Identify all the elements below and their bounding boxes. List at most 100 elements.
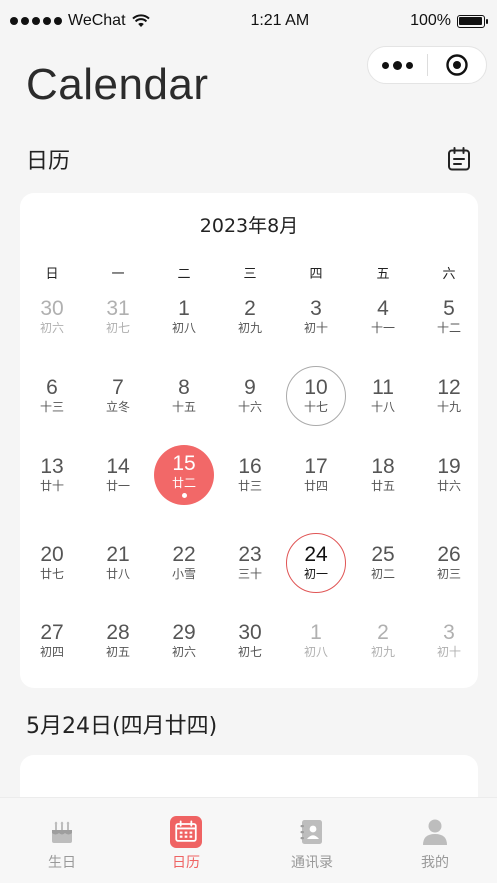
- day-cell[interactable]: 4 十一: [353, 287, 413, 347]
- cake-icon: [46, 816, 78, 848]
- day-cell[interactable]: 5 十二: [419, 287, 479, 347]
- signal-icon: [10, 17, 62, 25]
- day-number: 29: [172, 621, 196, 644]
- day-cell[interactable]: 18 廿五: [353, 445, 413, 505]
- day-cell[interactable]: 29 初六: [154, 611, 214, 671]
- tab-profile[interactable]: 我的: [373, 798, 497, 883]
- day-cell[interactable]: 3 初十: [419, 611, 479, 671]
- day-cell[interactable]: 13 廿十: [22, 445, 82, 505]
- lunar-date: 初八: [303, 645, 328, 659]
- selected-date-heading: 5月24日(四月廿四): [26, 714, 218, 739]
- tab-birthday[interactable]: 生日: [0, 798, 124, 883]
- day-cell[interactable]: 26 初三: [419, 533, 479, 593]
- day-cell-today[interactable]: 24 初一: [286, 533, 346, 593]
- day-cell[interactable]: 10 十七: [286, 366, 346, 426]
- lunar-date: 初九: [370, 645, 395, 659]
- day-cell[interactable]: 31 初七: [88, 287, 148, 347]
- person-icon: [419, 816, 451, 848]
- lunar-date: 十五: [171, 400, 196, 414]
- day-number: 2: [377, 621, 389, 644]
- lunar-date: 初四: [39, 645, 64, 659]
- event-dot: [181, 492, 187, 498]
- lunar-date: 十一: [370, 321, 395, 335]
- lunar-date: 十八: [370, 400, 395, 414]
- lunar-date: 廿五: [370, 479, 395, 493]
- day-cell[interactable]: 22 小雪: [154, 533, 214, 593]
- day-number: 24: [304, 543, 328, 566]
- tab-calendar[interactable]: 日历: [124, 798, 248, 883]
- day-cell[interactable]: 2 初九: [220, 287, 280, 347]
- day-number: 11: [372, 376, 394, 399]
- lunar-date: 廿四: [303, 479, 328, 493]
- lunar-date: 廿三: [237, 479, 262, 493]
- lunar-date: 廿十: [39, 479, 64, 493]
- day-number: 22: [172, 543, 196, 566]
- battery-percent: 100%: [410, 12, 451, 29]
- day-cell[interactable]: 25 初二: [353, 533, 413, 593]
- tab-bar: 生日 日历 通讯录 我的: [0, 797, 497, 883]
- page-title: Calendar: [26, 60, 209, 109]
- day-number: 31: [106, 297, 130, 320]
- status-bar: WeChat 1:21 AM 100%: [0, 0, 497, 42]
- wifi-icon: [131, 14, 150, 27]
- day-number: 3: [310, 297, 322, 320]
- day-cell[interactable]: 7 立冬: [88, 366, 148, 426]
- day-number: 26: [437, 543, 461, 566]
- calendar-picker-button[interactable]: [446, 146, 472, 172]
- day-cell[interactable]: 17 廿四: [286, 445, 346, 505]
- calendar-list-icon: [448, 147, 470, 171]
- lunar-date: 十六: [237, 400, 262, 414]
- day-cell[interactable]: 23 三十: [220, 533, 280, 593]
- calendar-card: 2023年8月 日一二三四五六 30 初六 31 初七 1 初八 2 初九 3 初十 4 十一 5 十二 6…: [20, 193, 478, 688]
- day-cell[interactable]: 11 十八: [353, 366, 413, 426]
- calendar-grid: 30 初六 31 初七 1 初八 2 初九 3 初十 4 十一 5 十二 6 十三 7 立冬 8 十五 9 十六 10 十七 1…: [20, 193, 478, 688]
- day-cell[interactable]: 14 廿一: [88, 445, 148, 505]
- lunar-date: 初十: [303, 321, 328, 335]
- lunar-date: 初八: [171, 321, 196, 335]
- day-cell[interactable]: 30 初六: [22, 287, 82, 347]
- more-menu-button[interactable]: [368, 47, 427, 83]
- lunar-date: 初二: [370, 567, 395, 581]
- day-number: 18: [371, 455, 395, 478]
- day-number: 28: [106, 621, 130, 644]
- lunar-date: 廿七: [39, 567, 64, 581]
- day-number: 30: [238, 621, 262, 644]
- day-cell[interactable]: 16 廿三: [220, 445, 280, 505]
- day-number: 1: [310, 621, 322, 644]
- tab-contacts[interactable]: 通讯录: [250, 798, 374, 883]
- day-cell[interactable]: 2 初九: [353, 611, 413, 671]
- day-cell[interactable]: 1 初八: [154, 287, 214, 347]
- carrier-label: WeChat: [68, 12, 126, 29]
- day-number: 3: [443, 621, 455, 644]
- day-cell-selected[interactable]: 15 廿二: [154, 445, 214, 505]
- day-number: 25: [371, 543, 395, 566]
- capsule-menu: [367, 46, 487, 84]
- day-number: 10: [304, 376, 328, 399]
- lunar-date: 廿六: [436, 479, 461, 493]
- day-cell[interactable]: 19 廿六: [419, 445, 479, 505]
- day-cell[interactable]: 28 初五: [88, 611, 148, 671]
- day-cell[interactable]: 20 廿七: [22, 533, 82, 593]
- lunar-date: 初七: [237, 645, 262, 659]
- day-number: 9: [244, 376, 256, 399]
- day-cell[interactable]: 8 十五: [154, 366, 214, 426]
- close-miniprogram-button[interactable]: [428, 47, 486, 83]
- day-cell[interactable]: 27 初四: [22, 611, 82, 671]
- day-number: 5: [443, 297, 455, 320]
- lunar-date: 初三: [436, 567, 461, 581]
- lunar-date: 十七: [303, 400, 328, 414]
- day-number: 13: [40, 455, 64, 478]
- day-number: 19: [437, 455, 461, 478]
- lunar-date: 初九: [237, 321, 262, 335]
- day-number: 12: [437, 376, 461, 399]
- day-cell[interactable]: 12 十九: [419, 366, 479, 426]
- day-cell[interactable]: 1 初八: [286, 611, 346, 671]
- day-cell[interactable]: 6 十三: [22, 366, 82, 426]
- day-cell[interactable]: 30 初七: [220, 611, 280, 671]
- lunar-date: 初五: [105, 645, 130, 659]
- day-cell[interactable]: 9 十六: [220, 366, 280, 426]
- lunar-date: 小雪: [171, 567, 196, 581]
- day-cell[interactable]: 21 廿八: [88, 533, 148, 593]
- tab-label: 生日: [48, 855, 76, 871]
- day-cell[interactable]: 3 初十: [286, 287, 346, 347]
